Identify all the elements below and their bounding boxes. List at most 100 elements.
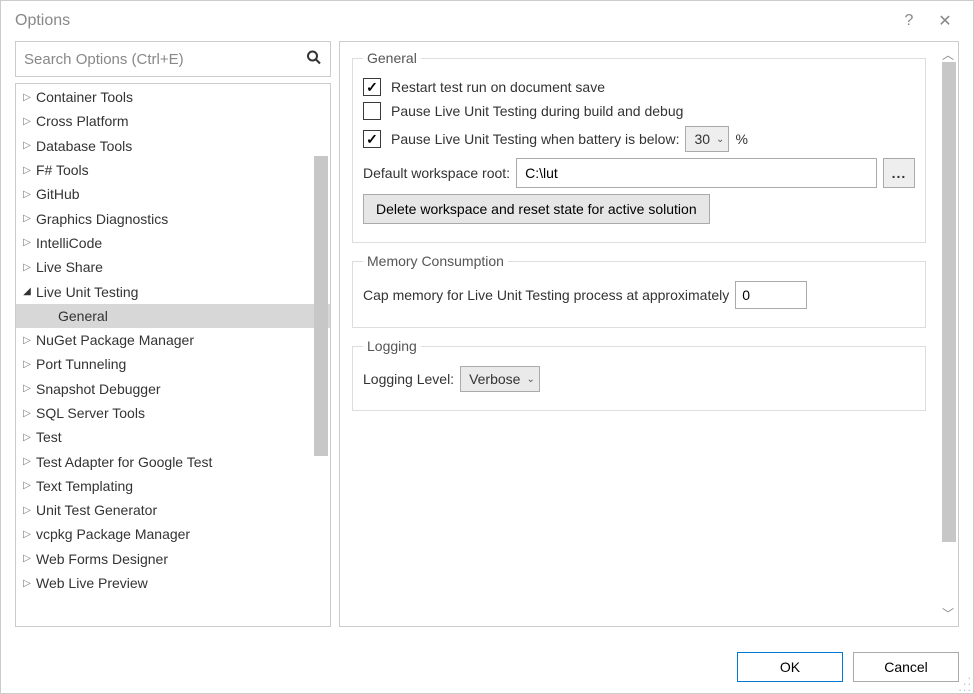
resize-grip-icon[interactable]: .. .. . . — [958, 672, 970, 690]
expand-icon[interactable]: ▷ — [20, 505, 34, 516]
tree-item[interactable]: ▷Test — [16, 425, 330, 449]
expand-icon[interactable]: ▷ — [20, 140, 34, 151]
workspace-path-input[interactable] — [516, 158, 877, 188]
ellipsis-icon: ... — [892, 165, 907, 181]
tree-item[interactable]: ▷GitHub — [16, 182, 330, 206]
tree-item[interactable]: ▷vcpkg Package Manager — [16, 522, 330, 546]
logging-level-label: Logging Level: — [363, 371, 454, 387]
settings-panel: ︿ ﹀ General Restart test run on document… — [339, 41, 959, 627]
battery-suffix: % — [735, 131, 747, 147]
collapse-icon[interactable]: ◢ — [20, 286, 34, 297]
pause-build-checkbox[interactable] — [363, 102, 381, 120]
tree-item-label: Text Templating — [36, 478, 133, 494]
tree-item-label: NuGet Package Manager — [36, 332, 194, 348]
tree-item[interactable]: ▷Test Adapter for Google Test — [16, 449, 330, 473]
chevron-down-icon: ⌄ — [716, 134, 724, 145]
tree-item[interactable]: ▷NuGet Package Manager — [16, 328, 330, 352]
restart-checkbox[interactable] — [363, 78, 381, 96]
battery-threshold-value: 30 — [694, 131, 710, 147]
expand-icon[interactable]: ▷ — [20, 456, 34, 467]
logging-level-value: Verbose — [469, 371, 520, 387]
tree-item[interactable]: ▷Text Templating — [16, 474, 330, 498]
tree-item[interactable]: ▷Database Tools — [16, 134, 330, 158]
expand-icon[interactable]: ▷ — [20, 383, 34, 394]
search-input[interactable] — [16, 42, 330, 76]
tree-item[interactable]: ▷IntelliCode — [16, 231, 330, 255]
expand-icon[interactable]: ▷ — [20, 432, 34, 443]
expand-icon[interactable]: ▷ — [20, 237, 34, 248]
tree-subitem[interactable]: General — [16, 304, 330, 328]
expand-icon[interactable]: ▷ — [20, 359, 34, 370]
general-legend: General — [363, 50, 421, 66]
close-button[interactable]: ✕ — [927, 3, 963, 39]
expand-icon[interactable]: ▷ — [20, 553, 34, 564]
pause-battery-checkbox[interactable] — [363, 130, 381, 148]
expand-icon[interactable]: ▷ — [20, 116, 34, 127]
expand-icon[interactable]: ▷ — [20, 262, 34, 273]
tree-item[interactable]: ▷Unit Test Generator — [16, 498, 330, 522]
memory-group: Memory Consumption Cap memory for Live U… — [352, 253, 926, 328]
expand-icon[interactable]: ▷ — [20, 480, 34, 491]
dialog-footer: OK Cancel — [1, 641, 973, 693]
pause-build-row: Pause Live Unit Testing during build and… — [363, 102, 915, 120]
delete-workspace-button[interactable]: Delete workspace and reset state for act… — [363, 194, 710, 224]
scroll-up-icon[interactable]: ︿ — [942, 46, 954, 63]
tree-item-label: vcpkg Package Manager — [36, 526, 190, 542]
help-button[interactable]: ? — [891, 3, 927, 39]
browse-button[interactable]: ... — [883, 158, 915, 188]
expand-icon[interactable]: ▷ — [20, 165, 34, 176]
tree-item-label: GitHub — [36, 186, 80, 202]
panel-scroll-thumb[interactable] — [942, 62, 956, 542]
expand-icon[interactable]: ▷ — [20, 213, 34, 224]
ok-button[interactable]: OK — [737, 652, 843, 682]
battery-threshold-select[interactable]: 30 ⌄ — [685, 126, 729, 152]
tree-item[interactable]: ▷Graphics Diagnostics — [16, 206, 330, 230]
tree-item[interactable]: ▷F# Tools — [16, 158, 330, 182]
expand-icon[interactable]: ▷ — [20, 189, 34, 200]
tree-item[interactable]: ▷Snapshot Debugger — [16, 377, 330, 401]
tree-item-label: Web Live Preview — [36, 575, 148, 591]
memory-cap-label: Cap memory for Live Unit Testing process… — [363, 287, 729, 303]
tree-item-label: Graphics Diagnostics — [36, 211, 168, 227]
tree-item[interactable]: ▷SQL Server Tools — [16, 401, 330, 425]
tree-scrollbar[interactable] — [314, 86, 328, 624]
tree-item-label: Test Adapter for Google Test — [36, 454, 212, 470]
logging-legend: Logging — [363, 338, 421, 354]
left-panel: ▷Container Tools▷Cross Platform▷Database… — [15, 41, 331, 627]
titlebar: Options ? ✕ — [1, 1, 973, 41]
options-dialog: Options ? ✕ ▷Container Tools▷Cross Platf… — [0, 0, 974, 694]
tree-item[interactable]: ▷Container Tools — [16, 85, 330, 109]
cancel-button[interactable]: Cancel — [853, 652, 959, 682]
expand-icon[interactable]: ▷ — [20, 578, 34, 589]
tree-item[interactable]: ▷Port Tunneling — [16, 352, 330, 376]
memory-legend: Memory Consumption — [363, 253, 508, 269]
memory-cap-input[interactable] — [735, 281, 807, 309]
tree-item[interactable]: ◢Live Unit Testing — [16, 279, 330, 303]
dialog-body: ▷Container Tools▷Cross Platform▷Database… — [1, 41, 973, 641]
tree-item[interactable]: ▷Live Share — [16, 255, 330, 279]
help-icon: ? — [905, 12, 914, 30]
tree-item[interactable]: ▷Web Live Preview — [16, 571, 330, 595]
delete-row: Delete workspace and reset state for act… — [363, 194, 915, 224]
tree-item-label: Cross Platform — [36, 113, 129, 129]
tree-item-label: Snapshot Debugger — [36, 381, 161, 397]
workspace-row: Default workspace root: ... — [363, 158, 915, 188]
expand-icon[interactable]: ▷ — [20, 92, 34, 103]
restart-label: Restart test run on document save — [391, 79, 605, 95]
logging-level-select[interactable]: Verbose ⌄ — [460, 366, 540, 392]
tree-item[interactable]: ▷Web Forms Designer — [16, 547, 330, 571]
expand-icon[interactable]: ▷ — [20, 529, 34, 540]
window-title: Options — [15, 12, 891, 30]
tree-item[interactable]: ▷Cross Platform — [16, 109, 330, 133]
tree-scroll-thumb[interactable] — [314, 156, 328, 456]
tree-item-label: Port Tunneling — [36, 356, 126, 372]
tree-item-label: Unit Test Generator — [36, 502, 157, 518]
expand-icon[interactable]: ▷ — [20, 335, 34, 346]
search-icon — [306, 50, 322, 69]
close-icon: ✕ — [938, 11, 951, 31]
logging-level-row: Logging Level: Verbose ⌄ — [363, 366, 915, 392]
search-wrap — [15, 41, 331, 77]
expand-icon[interactable]: ▷ — [20, 408, 34, 419]
scroll-down-icon[interactable]: ﹀ — [942, 605, 954, 622]
tree-item-label: Container Tools — [36, 89, 133, 105]
